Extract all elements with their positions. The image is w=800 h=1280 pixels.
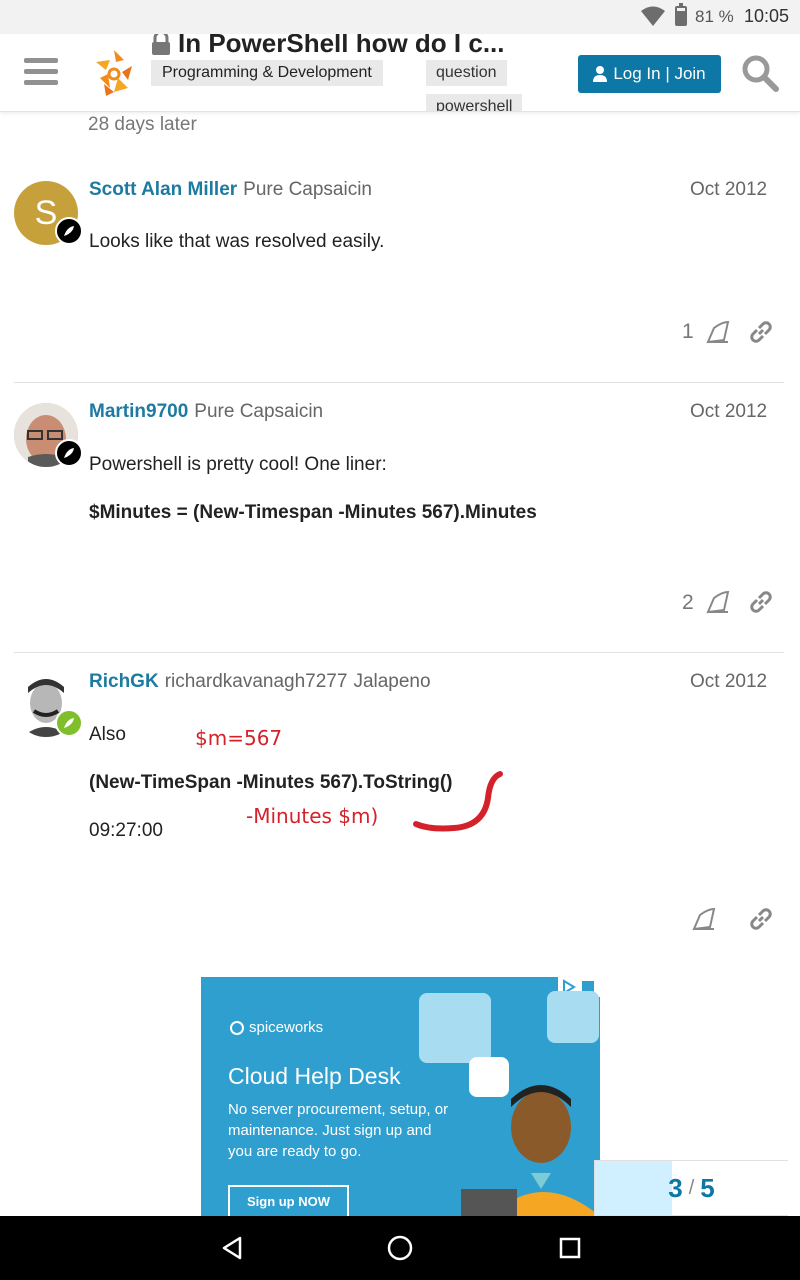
flair-icon <box>55 709 83 737</box>
battery-icon <box>675 3 687 26</box>
post-divider <box>14 382 784 383</box>
code-line: (New-TimeSpan -Minutes 567).ToString() <box>89 772 453 793</box>
home-icon[interactable] <box>386 1234 414 1262</box>
like-count: 2 <box>682 591 694 614</box>
monitor-card-icon <box>547 991 599 1043</box>
post-date[interactable]: Oct 2012 <box>690 179 767 201</box>
post-divider <box>14 652 784 653</box>
like-icon[interactable] <box>690 905 718 933</box>
category-badge[interactable]: Programming & Development <box>151 60 383 86</box>
ad-brand: spiceworks <box>229 1019 323 1036</box>
post-body: Powershell is pretty cool! One liner: <box>89 454 387 475</box>
link-icon[interactable] <box>747 905 775 933</box>
username[interactable]: Scott Alan Miller <box>89 179 237 200</box>
topic-title[interactable]: In PowerShell how do I c... <box>150 34 505 59</box>
menu-icon[interactable] <box>24 58 58 86</box>
handwritten-annotation: $m=567 <box>195 726 283 750</box>
flair-icon <box>55 439 83 467</box>
dashboard-card-icon <box>419 993 491 1063</box>
wifi-icon <box>641 6 665 26</box>
ad-brand-text: spiceworks <box>249 1019 324 1036</box>
progress-total: 5 <box>700 1172 715 1203</box>
ad-title: Cloud Help Desk <box>228 1063 401 1089</box>
ad-signup-button[interactable]: Sign up NOW <box>228 1185 349 1217</box>
spiceworks-icon <box>230 1020 244 1035</box>
user-icon <box>593 66 608 82</box>
login-label: Log In | Join <box>613 64 706 83</box>
battery-percent: 81 % <box>695 7 734 26</box>
handwritten-annotation: -Minutes $m) <box>246 804 379 828</box>
post-date[interactable]: Oct 2012 <box>690 671 767 693</box>
spiceworks-logo[interactable] <box>88 44 140 100</box>
user-title: Pure Capsaicin <box>194 401 324 422</box>
topic-title-text: In PowerShell how do I c... <box>178 34 505 58</box>
username[interactable]: RichGK <box>89 671 159 692</box>
flair-icon <box>55 217 83 245</box>
clock: 10:05 <box>744 6 790 26</box>
login-button[interactable]: Log In | Join <box>578 55 721 93</box>
like-icon[interactable] <box>704 588 732 616</box>
advertisement[interactable]: spiceworks Cloud Help Desk No server pro… <box>201 977 600 1217</box>
topic-progress[interactable]: 3 / 5 <box>594 1160 788 1216</box>
status-bar: 81 % 10:05 <box>0 0 800 34</box>
android-navbar <box>0 1216 800 1280</box>
progress-text: 3 / 5 <box>595 1161 788 1215</box>
lock-icon <box>152 34 170 55</box>
post-body: Looks like that was resolved easily. <box>89 231 385 252</box>
code-output: 09:27:00 <box>89 820 163 841</box>
time-gap: 28 days later <box>88 114 197 135</box>
post-body: Also <box>89 724 126 745</box>
post-author[interactable]: RichGK richardkavanagh7277 Jalapeno <box>89 671 431 693</box>
like-icon[interactable] <box>704 318 732 346</box>
tag-powershell[interactable]: powershell <box>426 94 523 111</box>
code-line: $Minutes = (New-Timespan -Minutes 567).M… <box>89 502 537 523</box>
post-date[interactable]: Oct 2012 <box>690 401 767 423</box>
ad-body: No server procurement, setup, or mainten… <box>228 1101 449 1160</box>
person-illustration <box>461 1085 600 1217</box>
annotation-stroke <box>413 771 503 832</box>
user-title: Pure Capsaicin <box>243 179 372 200</box>
tag-question[interactable]: question <box>426 60 507 86</box>
link-icon[interactable] <box>747 318 775 346</box>
like-count: 1 <box>682 320 694 343</box>
search-icon[interactable] <box>741 54 779 92</box>
progress-separator: / <box>688 1176 695 1199</box>
back-icon[interactable] <box>218 1234 246 1262</box>
full-name: richardkavanagh7277 <box>164 671 348 692</box>
recents-icon[interactable] <box>556 1234 584 1262</box>
link-icon[interactable] <box>747 588 775 616</box>
topic-header: In PowerShell how do I c... Programming … <box>0 34 800 112</box>
progress-current: 3 <box>668 1172 683 1203</box>
post-author[interactable]: Martin9700 Pure Capsaicin <box>89 401 323 423</box>
post-author[interactable]: Scott Alan Miller Pure Capsaicin <box>89 179 372 201</box>
user-title: Jalapeno <box>353 671 431 692</box>
battery-level <box>677 11 685 24</box>
username[interactable]: Martin9700 <box>89 401 188 422</box>
